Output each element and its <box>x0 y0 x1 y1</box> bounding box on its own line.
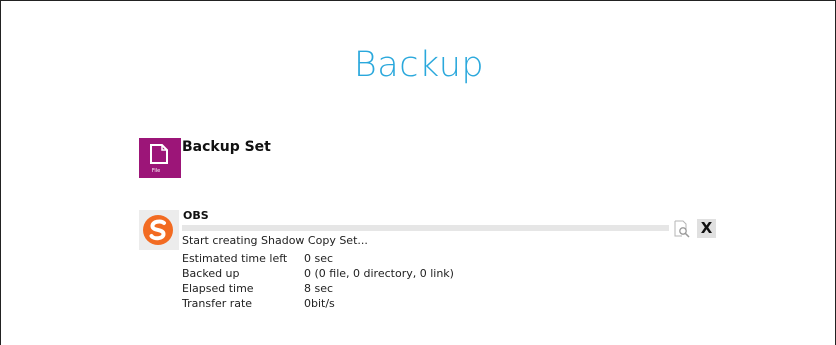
file-icon: File <box>139 138 181 178</box>
status-text: Start creating Shadow Copy Set... <box>182 234 368 247</box>
cancel-label: X <box>700 219 713 237</box>
stat-label: Backed up <box>182 267 240 280</box>
stat-value: 0bit/s <box>304 297 335 310</box>
stat-label: Estimated time left <box>182 252 288 265</box>
backup-window: Backup File Backup Set OBS X Start creat… <box>0 0 836 345</box>
stat-value: 0 sec <box>304 252 334 265</box>
progress-bar <box>182 225 669 231</box>
stat-row-elapsed-time: Elapsed time 8 sec <box>182 281 454 296</box>
stat-row-backed-up: Backed up 0 (0 file, 0 directory, 0 link… <box>182 266 454 281</box>
stat-row-estimated-time: Estimated time left 0 sec <box>182 251 454 266</box>
job-stats: Estimated time left 0 sec Backed up 0 (0… <box>182 251 454 311</box>
file-icon-caption: File <box>151 168 161 174</box>
job-name: OBS <box>183 209 209 222</box>
stat-value: 0 (0 file, 0 directory, 0 link) <box>304 267 454 280</box>
page-title: Backup <box>353 45 485 85</box>
stat-row-transfer-rate: Transfer rate 0bit/s <box>182 296 454 311</box>
stat-value: 8 sec <box>304 282 334 295</box>
details-button[interactable] <box>673 220 691 238</box>
stat-label: Transfer rate <box>182 297 253 310</box>
obs-logo-icon <box>139 210 179 250</box>
cancel-button[interactable]: X <box>697 219 716 238</box>
stat-label: Elapsed time <box>182 282 254 295</box>
magnify-icon <box>674 220 690 238</box>
backup-set-heading: Backup Set <box>182 139 271 155</box>
